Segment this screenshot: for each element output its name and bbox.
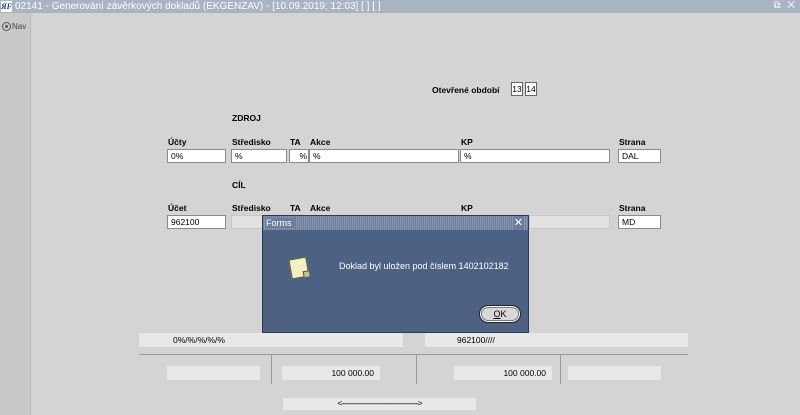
cil-heading: CÍL xyxy=(232,180,246,190)
close-icon[interactable]: ✕ xyxy=(512,216,524,230)
summary-divider-left xyxy=(271,354,272,384)
zdroj-strana-label: Strana xyxy=(619,137,646,147)
zdroj-ta-field[interactable]: % xyxy=(289,149,309,163)
summary-right-empty xyxy=(568,366,661,380)
zdroj-kp-field[interactable]: % xyxy=(460,149,610,163)
zdroj-stredisko-label: Středisko xyxy=(232,137,271,147)
app-logo-icon: ЯF xyxy=(1,1,12,12)
forms-dialog: Forms ✕ Doklad byl uložen pod číslem 140… xyxy=(262,215,529,333)
note-icon xyxy=(288,256,310,280)
zdroj-kp-label: KP xyxy=(461,137,473,147)
summary-divider-right xyxy=(560,354,561,384)
summary-divider-mid xyxy=(416,354,417,384)
zdroj-ucty-label: Účty xyxy=(168,137,187,147)
cil-akce-label: Akce xyxy=(310,203,331,213)
period-field-2[interactable]: 14 xyxy=(525,82,537,96)
amount-right: 100 000.00 xyxy=(454,366,552,380)
cil-ucet-field[interactable]: 962100 xyxy=(167,215,226,229)
cil-kp-field[interactable] xyxy=(529,215,610,229)
nav-button[interactable]: Nav xyxy=(2,22,26,31)
nav-label: Nav xyxy=(12,22,27,31)
horizontal-scrollbar[interactable]: <---------------------------------------… xyxy=(283,398,476,410)
dialog-title: Forms xyxy=(266,218,296,228)
window-title: 02141 - Generování závěrkových dokladů (… xyxy=(15,1,381,12)
zdroj-stredisko-field[interactable]: % xyxy=(231,149,287,163)
cil-strana-label: Strana xyxy=(619,203,646,213)
cil-strana-field[interactable]: MD xyxy=(618,215,661,229)
cil-stredisko-label: Středisko xyxy=(232,203,271,213)
amount-left: 100 000.00 xyxy=(282,366,380,380)
target-mask-display: 962100//// xyxy=(425,333,688,347)
summary-divider xyxy=(139,354,688,355)
source-mask-display: 0%/%/%/%/% xyxy=(139,333,403,347)
left-toolbar: Nav xyxy=(0,13,31,415)
zdroj-ta-label: TA xyxy=(290,137,301,147)
cil-kp-label: KP xyxy=(461,203,473,213)
zdroj-strana-field[interactable]: DAL xyxy=(618,149,661,163)
ok-button[interactable]: OK xyxy=(479,305,521,323)
zdroj-akce-label: Akce xyxy=(310,137,331,147)
cil-ucet-label: Účet xyxy=(168,203,187,213)
ok-label-rest: K xyxy=(500,309,507,319)
zdroj-akce-field[interactable]: % xyxy=(309,149,459,163)
period-field-1[interactable]: 13 xyxy=(511,82,523,96)
dialog-message: Doklad byl uložen pod číslem 1402102182 xyxy=(339,261,509,271)
nav-icon xyxy=(2,22,11,31)
summary-left-empty xyxy=(167,366,260,380)
cil-stredisko-field[interactable] xyxy=(231,215,263,229)
dialog-title-bar: Forms ✕ xyxy=(263,216,528,230)
ok-mnemonic: O xyxy=(493,309,501,319)
cil-ta-label: TA xyxy=(290,203,301,213)
zdroj-ucty-field[interactable]: 0% xyxy=(167,149,226,163)
title-bar: ЯF 02141 - Generování závěrkových doklad… xyxy=(0,0,800,13)
window-controls[interactable]: ⧉ ✕ xyxy=(773,0,797,11)
open-period-label: Otevřené období xyxy=(432,85,500,95)
zdroj-heading: ZDROJ xyxy=(232,113,261,123)
